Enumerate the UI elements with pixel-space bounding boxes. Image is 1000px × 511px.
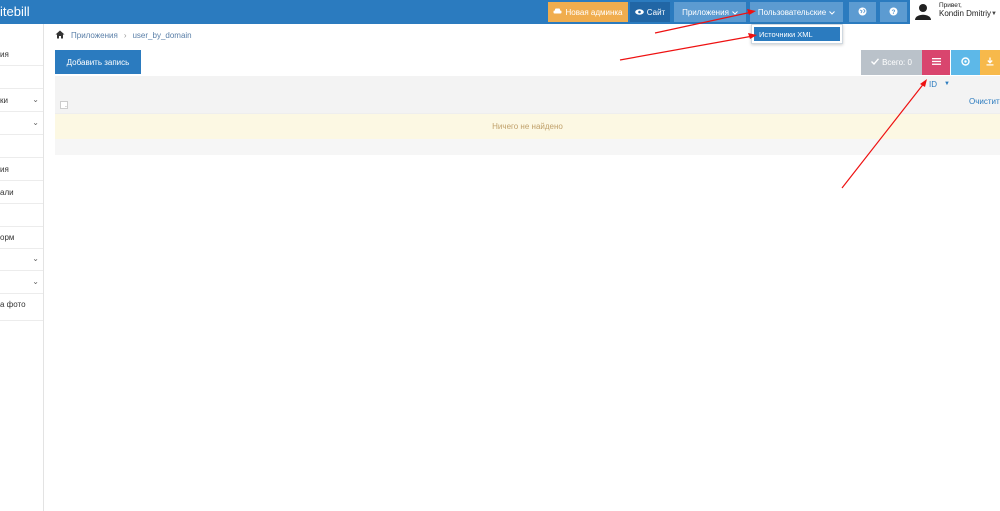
gear-icon: [961, 56, 970, 69]
sidebar-item[interactable]: али: [0, 182, 43, 204]
chevron-down-icon: [732, 8, 738, 17]
sidebar-item[interactable]: ⌄: [0, 113, 43, 135]
download-icon: [986, 57, 994, 69]
apps-menu-button[interactable]: Приложения: [674, 2, 746, 22]
breadcrumb-current[interactable]: user_by_domain: [132, 31, 191, 40]
chevron-down-icon: ⌄: [32, 254, 39, 263]
clear-filters-link[interactable]: Очистить: [969, 97, 1000, 106]
sidebar-item-label: ки: [0, 96, 8, 105]
users-menu-button[interactable]: Пользовательские: [750, 2, 843, 22]
breadcrumb: Приложения › user_by_domain: [55, 30, 192, 41]
total-count-button[interactable]: Всего: 0: [861, 50, 922, 75]
help-button[interactable]: ?: [880, 2, 907, 22]
sidebar-item[interactable]: ⌄: [0, 249, 43, 271]
site-label: Сайт: [646, 7, 666, 17]
top-navbar: itebill Новая админка Сайт Приложения По…: [0, 0, 1000, 24]
sort-caret-icon[interactable]: ▼: [944, 81, 950, 87]
empty-result-row: Ничего не найдено: [55, 113, 1000, 139]
chevron-down-icon: ⌄: [32, 95, 39, 104]
user-greeting: Привет,: [939, 2, 962, 9]
sidebar-item[interactable]: [0, 136, 43, 158]
sidebar-item[interactable]: [0, 67, 43, 89]
id-filter-input[interactable]: [60, 101, 68, 109]
settings-button[interactable]: [951, 50, 980, 75]
menu-item-xml-sources[interactable]: Источники XML: [754, 27, 840, 41]
sidebar-item[interactable]: орм: [0, 227, 43, 249]
breadcrumb-apps-link[interactable]: Приложения: [71, 31, 118, 40]
column-id-header[interactable]: ID: [929, 80, 937, 89]
car-icon: [553, 8, 562, 17]
brand-logo[interactable]: itebill: [0, 4, 30, 19]
total-count-label: Всего: 0: [882, 58, 912, 67]
apps-label: Приложения: [682, 7, 729, 17]
site-button[interactable]: Сайт: [630, 2, 670, 22]
chevron-down-icon: ▼: [991, 11, 997, 17]
home-icon[interactable]: [55, 30, 65, 41]
sidebar-item-label: ия: [0, 50, 9, 59]
add-record-button[interactable]: Добавить запись: [55, 50, 141, 74]
sidebar: ия ки ⌄ ⌄ ия али орм ⌄ ⌄ а фото: [0, 24, 44, 511]
sidebar-item[interactable]: [0, 205, 43, 227]
sidebar-item-label: али: [0, 188, 14, 197]
new-admin-button[interactable]: Новая админка: [548, 2, 628, 22]
globe-button[interactable]: [849, 2, 876, 22]
check-icon: [871, 58, 880, 67]
sidebar-item[interactable]: ия: [0, 159, 43, 181]
chevron-right-icon: ›: [123, 31, 127, 40]
users-dropdown-menu: Источники XML: [751, 24, 843, 44]
svg-text:?: ?: [892, 9, 896, 16]
list-view-button[interactable]: [922, 50, 950, 75]
sidebar-item[interactable]: ия: [0, 44, 43, 66]
new-admin-label: Новая админка: [565, 7, 623, 17]
chevron-down-icon: ⌄: [32, 118, 39, 127]
chevron-down-icon: [829, 8, 836, 17]
question-icon: ?: [889, 7, 898, 18]
eye-icon: [634, 8, 644, 17]
sidebar-item-label: ия: [0, 165, 9, 174]
users-label: Пользовательские: [757, 7, 827, 17]
menu-lines-icon: [931, 57, 941, 68]
table-header: ID ▼ Очистить: [55, 76, 1000, 113]
sidebar-item-label: орм: [0, 233, 15, 242]
sidebar-item[interactable]: ки ⌄: [0, 90, 43, 112]
globe-icon: [858, 7, 867, 18]
sidebar-item[interactable]: ⌄: [0, 272, 43, 294]
table-footer: [55, 139, 1000, 155]
download-button[interactable]: [980, 50, 1000, 75]
user-menu[interactable]: Привет, Kondin Dmitriy ▼: [910, 0, 1000, 24]
sidebar-item-label: а фото: [0, 300, 26, 309]
records-panel: Добавить запись Всего: 0 ID ▼ Очистить Н…: [55, 47, 1000, 157]
user-name: Kondin Dmitriy: [939, 9, 992, 18]
avatar-icon: [914, 2, 932, 20]
sidebar-item[interactable]: а фото: [0, 295, 43, 321]
chevron-down-icon: ⌄: [32, 277, 39, 286]
